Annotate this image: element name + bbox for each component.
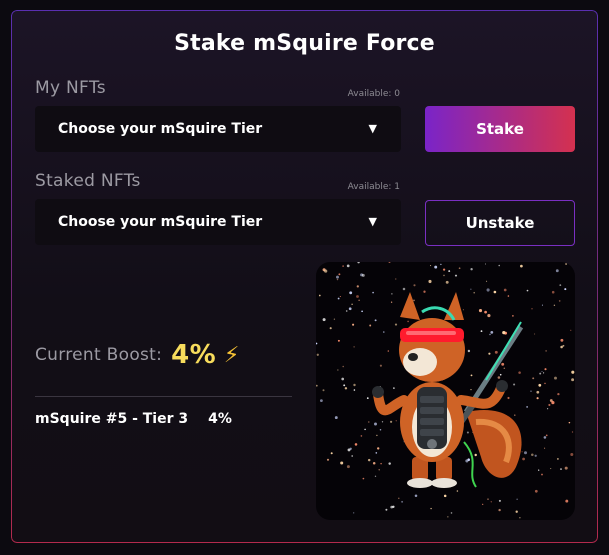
staked-nft-row: mSquire #5 - Tier 3 4% bbox=[35, 411, 232, 427]
my-nfts-available: Available: 0 bbox=[347, 89, 400, 99]
current-boost: Current Boost: 4% ⚡ bbox=[35, 340, 240, 370]
staked-nfts-available: Available: 1 bbox=[347, 182, 400, 192]
my-nfts-label: My NFTs bbox=[35, 78, 106, 98]
lightning-icon: ⚡ bbox=[223, 342, 240, 368]
boost-value: 4% bbox=[171, 340, 216, 370]
staked-nft-boost: 4% bbox=[208, 411, 232, 427]
page-title: Stake mSquire Force bbox=[174, 31, 435, 56]
staked-nfts-label: Staked NFTs bbox=[35, 171, 141, 191]
select-value: Choose your mSquire Tier bbox=[58, 214, 263, 230]
squirrel-knight-icon bbox=[316, 262, 575, 519]
boost-label: Current Boost: bbox=[35, 345, 163, 365]
nft-image bbox=[316, 262, 575, 520]
unstake-button[interactable]: Unstake bbox=[425, 200, 575, 246]
staked-nfts-tier-select[interactable]: Choose your mSquire Tier ▼ bbox=[35, 199, 401, 245]
caret-down-icon: ▼ bbox=[368, 122, 377, 135]
staked-nft-name: mSquire #5 - Tier 3 bbox=[35, 411, 189, 427]
divider bbox=[35, 396, 292, 397]
select-value: Choose your mSquire Tier bbox=[58, 121, 263, 137]
stake-button[interactable]: Stake bbox=[425, 106, 575, 152]
caret-down-icon: ▼ bbox=[368, 215, 377, 228]
my-nfts-tier-select[interactable]: Choose your mSquire Tier ▼ bbox=[35, 106, 401, 152]
